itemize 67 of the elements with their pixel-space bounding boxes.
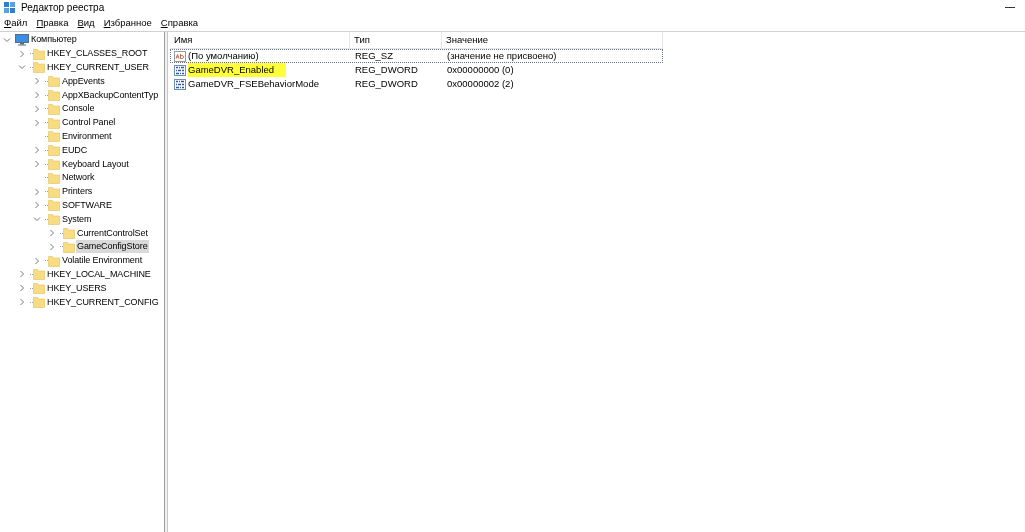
folder-icon	[33, 61, 45, 74]
tree-item[interactable]: Компьютер	[30, 33, 78, 47]
tree-item[interactable]: Network	[61, 171, 96, 185]
tree-item[interactable]: AppEvents	[61, 74, 106, 88]
folder-icon	[48, 185, 60, 198]
folder-icon	[63, 227, 75, 240]
menu-item[interactable]: Избранное	[103, 15, 152, 31]
tree-item[interactable]: EUDC	[61, 143, 89, 157]
tree-item[interactable]: HKEY_CLASSES_ROOT	[46, 47, 149, 61]
chevron-right-icon[interactable]	[18, 49, 26, 58]
folder-icon	[48, 144, 60, 157]
value-type: REG_DWORD	[354, 62, 419, 77]
folder-icon	[48, 158, 60, 171]
folder-icon	[48, 102, 60, 115]
computer-icon	[15, 33, 29, 46]
column-header[interactable]: Тип	[350, 32, 442, 48]
table-row[interactable]: GameDVR_FSEBehaviorMode REG_DWORD 0x00000002 (2)	[170, 77, 663, 91]
tree-item[interactable]: HKEY_CURRENT_USER	[46, 61, 150, 74]
chevron-down-icon[interactable]	[33, 215, 41, 224]
folder-icon	[33, 282, 45, 295]
tree-item[interactable]: System	[61, 212, 93, 226]
folder-icon	[48, 171, 60, 184]
tree-item[interactable]: Volatile Environment	[61, 254, 144, 268]
binary-value-icon	[174, 64, 186, 76]
window-title: Редактор реестра	[21, 1, 105, 15]
tree-item[interactable]: Keyboard Layout	[61, 157, 130, 171]
minimize-icon[interactable]	[1005, 6, 1015, 9]
chevron-down-icon[interactable]	[18, 63, 26, 72]
column-header[interactable]: Значение	[442, 32, 663, 48]
folder-icon	[33, 47, 45, 60]
folder-icon	[48, 75, 60, 88]
value-type: REG_DWORD	[354, 76, 419, 91]
folder-icon	[48, 89, 60, 102]
menu-item[interactable]: Справка	[160, 15, 199, 31]
tree-item[interactable]: Control Panel	[61, 116, 117, 130]
column-header[interactable]: Имя	[170, 32, 350, 48]
binary-value-icon	[174, 78, 186, 90]
menu-item[interactable]: Вид	[77, 15, 95, 31]
folder-icon	[48, 130, 60, 143]
folder-icon	[48, 199, 60, 212]
folder-icon	[48, 213, 60, 226]
folder-icon	[48, 254, 60, 267]
tree-item[interactable]: Console	[61, 102, 96, 116]
tree-item[interactable]: CurrentControlSet	[76, 226, 149, 240]
table-row[interactable]: GameDVR_Enabled REG_DWORD 0x00000000 (0)	[170, 63, 663, 77]
chevron-down-icon[interactable]	[3, 35, 11, 44]
value-name: GameDVR_FSEBehaviorMode	[188, 76, 320, 91]
folder-icon	[33, 268, 45, 281]
value-name: (По умолчанию)	[188, 48, 260, 63]
tree-item[interactable]: AppXBackupContentTyp	[61, 88, 160, 102]
string-value-icon	[174, 50, 186, 62]
value-data: (значение не присвоено)	[446, 48, 558, 63]
tree-item[interactable]: SOFTWARE	[61, 198, 113, 212]
tree-item[interactable]: HKEY_CURRENT_CONFIG	[46, 295, 160, 309]
value-data: 0x00000002 (2)	[446, 76, 515, 91]
registry-icon	[4, 2, 15, 13]
folder-icon	[33, 296, 45, 309]
tree-item[interactable]: HKEY_LOCAL_MACHINE	[46, 267, 152, 281]
tree-item[interactable]: GameConfigStore	[76, 240, 149, 254]
tree-item[interactable]: HKEY_USERS	[46, 281, 108, 295]
value-data: 0x00000000 (0)	[446, 62, 515, 77]
folder-icon	[48, 116, 60, 129]
menu-item[interactable]: Файл	[4, 15, 28, 31]
tree-item[interactable]: Environment	[61, 129, 113, 143]
tree-item[interactable]: Printers	[61, 185, 94, 199]
value-type: REG_SZ	[354, 48, 394, 63]
menu-item[interactable]: Правка	[36, 15, 69, 31]
